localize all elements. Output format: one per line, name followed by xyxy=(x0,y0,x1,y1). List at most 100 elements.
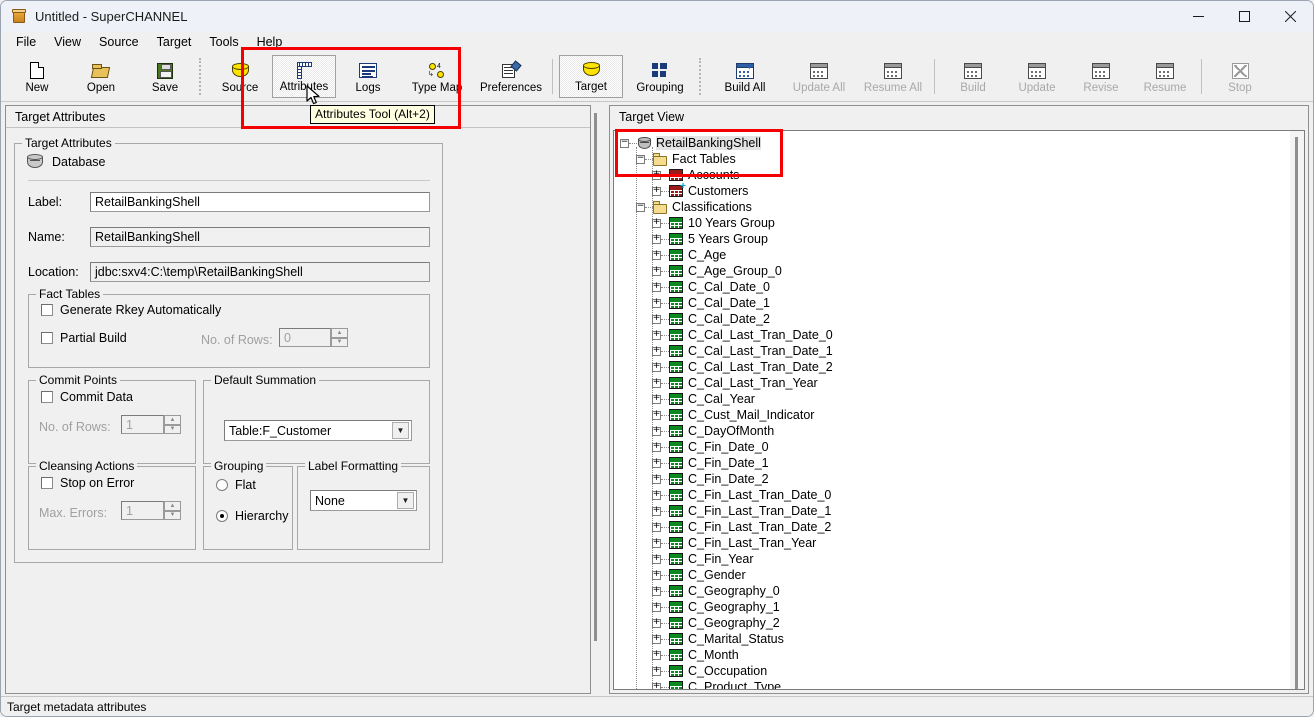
toolbar-button-save[interactable]: Save xyxy=(133,53,197,101)
expand-icon[interactable]: + xyxy=(652,603,661,612)
tree-item[interactable]: +C_Fin_Date_2 xyxy=(614,471,1290,487)
splitter-thumb[interactable] xyxy=(594,113,597,641)
tree-item[interactable]: +C_Fin_Last_Tran_Date_2 xyxy=(614,519,1290,535)
toolbar-button-revise[interactable]: Revise xyxy=(1069,53,1133,101)
fact-rows-value[interactable]: 0 xyxy=(279,328,331,347)
expand-icon[interactable]: + xyxy=(652,379,661,388)
collapse-icon[interactable]: − xyxy=(620,139,629,148)
tree-item[interactable]: +C_Month xyxy=(614,647,1290,663)
tree-item[interactable]: +C_Cal_Last_Tran_Date_2 xyxy=(614,359,1290,375)
expand-icon[interactable]: + xyxy=(652,315,661,324)
label-formatting-combo[interactable]: None ▼ xyxy=(310,490,417,511)
toolbar-button-grouping[interactable]: Grouping xyxy=(623,53,697,101)
grouping-radio-hierarchy[interactable]: Hierarchy xyxy=(216,509,289,523)
tree-item[interactable]: +C_Cal_Last_Tran_Year xyxy=(614,375,1290,391)
target-view-tree[interactable]: −RetailBankingShell−Fact Tables+Accounts… xyxy=(614,131,1290,689)
tree-item[interactable]: +C_Age_Group_0 xyxy=(614,263,1290,279)
location-input[interactable]: jdbc:sxv4:C:\temp\RetailBankingShell xyxy=(90,262,430,282)
tree-item[interactable]: +C_Geography_0 xyxy=(614,583,1290,599)
expand-icon[interactable]: + xyxy=(652,219,661,228)
collapse-icon[interactable]: − xyxy=(636,155,645,164)
tree-item[interactable]: +C_Cal_Date_0 xyxy=(614,279,1290,295)
expand-icon[interactable]: + xyxy=(652,395,661,404)
tree-item[interactable]: +C_Fin_Last_Tran_Date_0 xyxy=(614,487,1290,503)
minimize-icon[interactable] xyxy=(1175,1,1221,32)
expand-icon[interactable]: + xyxy=(652,363,661,372)
fact-rows-spinner[interactable]: 0 ▲▼ xyxy=(279,328,348,347)
toolbar-button-attributes[interactable]: Attributes xyxy=(272,55,336,98)
toolbar-button-build-all[interactable]: ✦ Build All xyxy=(708,53,782,101)
partial-build-checkbox[interactable]: Partial Build xyxy=(41,331,127,345)
expand-icon[interactable]: + xyxy=(652,251,661,260)
generate-rkey-checkbox[interactable]: Generate Rkey Automatically xyxy=(41,303,221,317)
toolbar-button-update[interactable]: Update xyxy=(1005,53,1069,101)
tree-item[interactable]: +C_Cal_Date_1 xyxy=(614,295,1290,311)
expand-icon[interactable]: + xyxy=(652,443,661,452)
spinner-arrows[interactable]: ▲▼ xyxy=(164,415,181,434)
tree-item[interactable]: +C_Marital_Status xyxy=(614,631,1290,647)
tree-item[interactable]: +C_Fin_Date_1 xyxy=(614,455,1290,471)
expand-icon[interactable]: + xyxy=(652,539,661,548)
expand-icon[interactable]: + xyxy=(652,571,661,580)
menu-source[interactable]: Source xyxy=(90,33,148,51)
tree-item[interactable]: +10 Years Group xyxy=(614,215,1290,231)
toolbar-button-target[interactable]: Target xyxy=(559,55,623,98)
menu-file[interactable]: File xyxy=(7,33,45,51)
tree-item[interactable]: +C_Age xyxy=(614,247,1290,263)
expand-icon[interactable]: + xyxy=(652,587,661,596)
name-input[interactable]: RetailBankingShell xyxy=(90,227,430,247)
tree-item[interactable]: +C_Geography_1 xyxy=(614,599,1290,615)
toolbar-button-build[interactable]: Build xyxy=(941,53,1005,101)
spinner-arrows[interactable]: ▲▼ xyxy=(331,328,348,347)
expand-icon[interactable]: + xyxy=(652,651,661,660)
spinner-down-icon[interactable]: ▼ xyxy=(164,425,181,435)
chevron-down-icon[interactable]: ▼ xyxy=(392,422,409,439)
collapse-icon[interactable]: − xyxy=(636,203,645,212)
tree-item[interactable]: +C_Geography_2 xyxy=(614,615,1290,631)
tree-item[interactable]: −Classifications xyxy=(614,199,1290,215)
expand-icon[interactable]: + xyxy=(652,427,661,436)
menu-target[interactable]: Target xyxy=(148,33,201,51)
expand-icon[interactable]: + xyxy=(652,667,661,676)
maximize-icon[interactable] xyxy=(1221,1,1267,32)
menu-tools[interactable]: Tools xyxy=(200,33,247,51)
label-input[interactable]: RetailBankingShell xyxy=(90,192,430,212)
toolbar-button-open[interactable]: Open xyxy=(69,53,133,101)
menu-help[interactable]: Help xyxy=(248,33,292,51)
toolbar-button-type-map[interactable]: 4 ↳ Type Map xyxy=(400,53,474,101)
toolbar-button-resume-all[interactable]: Resume All xyxy=(856,53,930,101)
expand-icon[interactable]: + xyxy=(652,683,661,691)
expand-icon[interactable]: + xyxy=(652,347,661,356)
close-icon[interactable] xyxy=(1267,1,1313,32)
spinner-down-icon[interactable]: ▼ xyxy=(164,511,181,521)
commit-rows-spinner[interactable]: 1 ▲▼ xyxy=(121,415,181,434)
max-errors-value[interactable]: 1 xyxy=(121,501,164,520)
tree-item[interactable]: +C_Fin_Date_0 xyxy=(614,439,1290,455)
pane-splitter-scrollbar[interactable] xyxy=(591,105,601,694)
toolbar-button-source[interactable]: Source xyxy=(208,53,272,101)
tree-item[interactable]: −RetailBankingShell xyxy=(614,135,1290,151)
tree-item[interactable]: +C_Cal_Last_Tran_Date_0 xyxy=(614,327,1290,343)
expand-icon[interactable]: + xyxy=(652,507,661,516)
tree-item[interactable]: +C_Cal_Year xyxy=(614,391,1290,407)
tree-scrollbar-thumb[interactable] xyxy=(1295,137,1298,690)
expand-icon[interactable]: + xyxy=(652,171,661,180)
max-errors-spinner[interactable]: 1 ▲▼ xyxy=(121,501,181,520)
default-summation-combo[interactable]: Table:F_Customer ▼ xyxy=(224,420,412,441)
tree-item[interactable]: +C_Fin_Last_Tran_Date_1 xyxy=(614,503,1290,519)
expand-icon[interactable]: + xyxy=(652,475,661,484)
expand-icon[interactable]: + xyxy=(652,555,661,564)
tree-item[interactable]: ++Customers xyxy=(614,183,1290,199)
tree-item[interactable]: +C_Cal_Date_2 xyxy=(614,311,1290,327)
commit-data-checkbox[interactable]: Commit Data xyxy=(41,390,133,404)
expand-icon[interactable]: + xyxy=(652,235,661,244)
tree-item[interactable]: +C_Cal_Last_Tran_Date_1 xyxy=(614,343,1290,359)
chevron-down-icon[interactable]: ▼ xyxy=(397,492,414,509)
expand-icon[interactable]: + xyxy=(652,299,661,308)
expand-icon[interactable]: + xyxy=(652,411,661,420)
tree-item[interactable]: +C_Fin_Year xyxy=(614,551,1290,567)
expand-icon[interactable]: + xyxy=(652,619,661,628)
tree-item[interactable]: −Fact Tables xyxy=(614,151,1290,167)
toolbar-button-preferences[interactable]: Preferences xyxy=(474,53,548,101)
expand-icon[interactable]: + xyxy=(652,491,661,500)
